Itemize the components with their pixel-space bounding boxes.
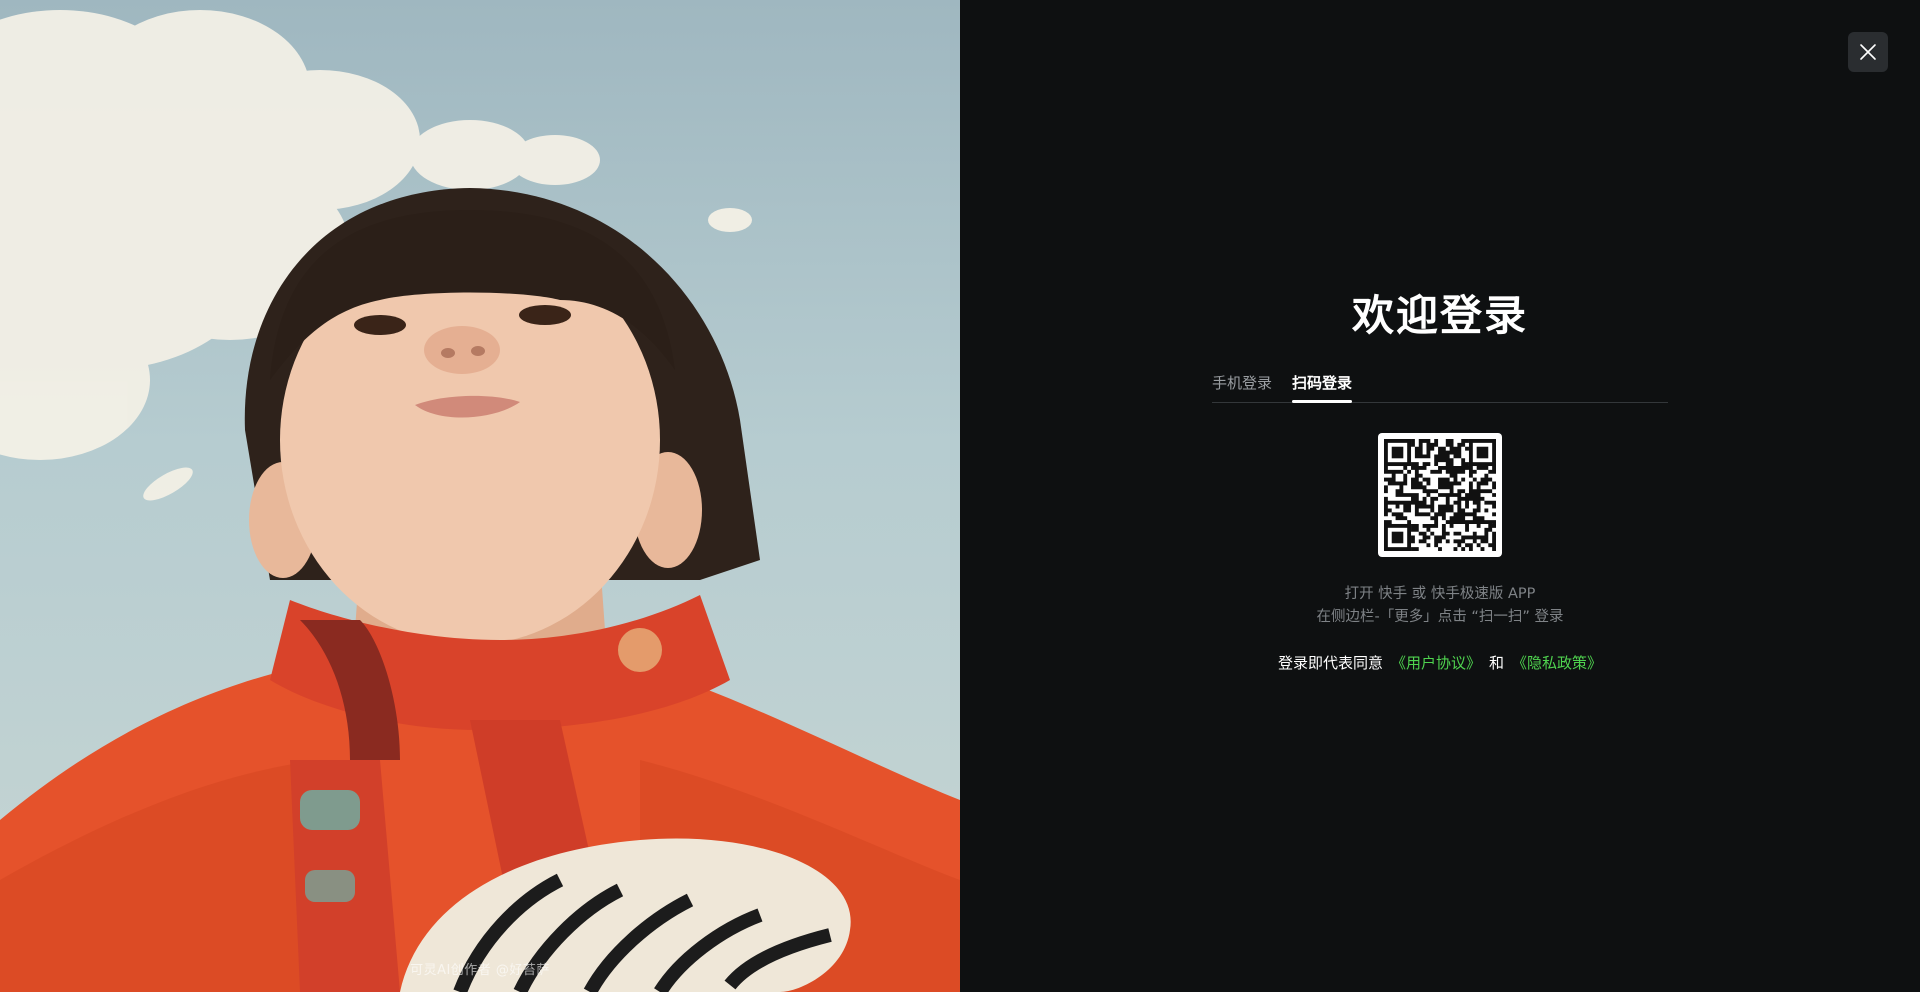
agreement-conjunction: 和 <box>1489 654 1505 672</box>
page-title: 欢迎登录 <box>1351 291 1528 340</box>
scan-hint-line2: 在侧边栏-「更多」点击 “扫一扫” 登录 <box>1316 609 1564 625</box>
tab-phone-login[interactable]: 手机登录 <box>1212 372 1272 394</box>
child-illustration <box>0 10 960 992</box>
qr-code <box>1378 433 1502 557</box>
login-tabs: 手机登录 扫码登录 <box>1212 372 1668 403</box>
photo-credit: 可灵AI创作者 @好苔萨 <box>410 963 550 978</box>
tab-qr-label: 扫码登录 <box>1292 374 1353 392</box>
privacy-policy-link[interactable]: 《隐私政策》 <box>1512 654 1602 672</box>
tab-qr-login[interactable]: 扫码登录 <box>1292 372 1353 403</box>
close-button[interactable] <box>1848 32 1888 72</box>
qr-code-image <box>1384 439 1496 551</box>
hero-photo: 可灵AI创作者 @好苔萨 <box>0 0 960 992</box>
active-tab-indicator <box>1292 400 1353 403</box>
agreement-prefix: 登录即代表同意 <box>1277 654 1383 672</box>
scan-hint-line1: 打开 快手 或 快手极速版 APP <box>1344 586 1536 602</box>
close-icon <box>1860 44 1876 60</box>
agreement-text: 登录即代表同意 《用户协议》和《隐私政策》 <box>960 652 1920 673</box>
login-panel: 欢迎登录 手机登录 扫码登录 打开 快手 或 快手极速版 APP 在侧边栏-「更… <box>960 0 1920 992</box>
login-page: 可灵AI创作者 @好苔萨 欢迎登录 手机登录 扫码登录 打开 快手 或 快手极速… <box>0 0 1920 992</box>
user-agreement-link[interactable]: 《用户协议》 <box>1391 654 1481 672</box>
